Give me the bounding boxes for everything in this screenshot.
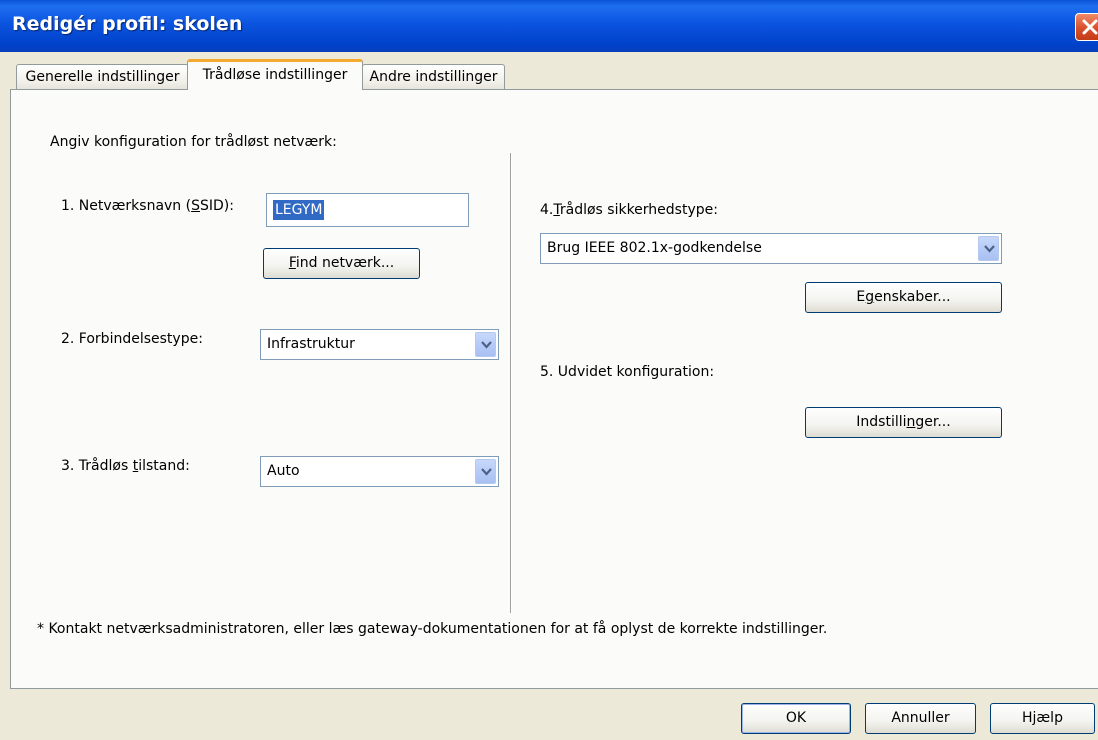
wireless-mode-label: 3. Trådløs tilstand: (61, 458, 190, 474)
chevron-down-icon (984, 245, 995, 253)
wireless-mode-dropdown-button[interactable] (475, 459, 496, 484)
window-title: Redigér profil: skolen (12, 13, 243, 35)
security-type-value: Brug IEEE 802.1x-godkendelse (547, 240, 762, 256)
ssid-value: LEGYM (273, 200, 325, 220)
properties-button[interactable]: Egenskaber... (805, 282, 1002, 313)
tab-panel (10, 89, 1098, 689)
settings-button[interactable]: Indstillinger... (805, 407, 1002, 438)
connection-type-label: 2. Forbindelsestype: (61, 331, 203, 347)
help-button[interactable]: Hjælp (990, 703, 1095, 734)
intro-label: Angiv konfiguration for trådløst netværk… (50, 134, 337, 150)
tab-other[interactable]: Andre indstillinger (362, 64, 505, 90)
security-type-label: 4.Trådløs sikkerhedstype: (540, 202, 718, 218)
tab-wireless[interactable]: Trådløse indstillinger (187, 59, 363, 90)
ssid-label: 1. Netværksnavn (SSID): (61, 198, 234, 214)
connection-type-value: Infrastruktur (267, 336, 355, 352)
wireless-mode-select[interactable]: Auto (260, 456, 499, 487)
find-network-button[interactable]: Find netværk... (263, 248, 420, 279)
chevron-down-icon (481, 468, 492, 476)
chevron-down-icon (481, 341, 492, 349)
wireless-mode-value: Auto (267, 463, 300, 479)
connection-type-dropdown-button[interactable] (475, 332, 496, 357)
ok-button[interactable]: OK (741, 703, 851, 734)
connection-type-select[interactable]: Infrastruktur (260, 329, 499, 360)
advanced-config-label: 5. Udvidet konfiguration: (540, 364, 715, 380)
tab-general[interactable]: Generelle indstillinger (16, 64, 189, 90)
cancel-button[interactable]: Annuller (865, 703, 976, 734)
close-icon (1082, 19, 1098, 35)
security-type-select[interactable]: Brug IEEE 802.1x-godkendelse (540, 233, 1002, 264)
close-button[interactable] (1075, 13, 1098, 41)
title-bar: Redigér profil: skolen (0, 0, 1098, 52)
footnote: * Kontakt netværksadministratoren, eller… (37, 621, 828, 637)
security-type-dropdown-button[interactable] (978, 236, 999, 261)
ssid-input[interactable]: LEGYM (266, 193, 469, 227)
vertical-separator (510, 153, 512, 613)
